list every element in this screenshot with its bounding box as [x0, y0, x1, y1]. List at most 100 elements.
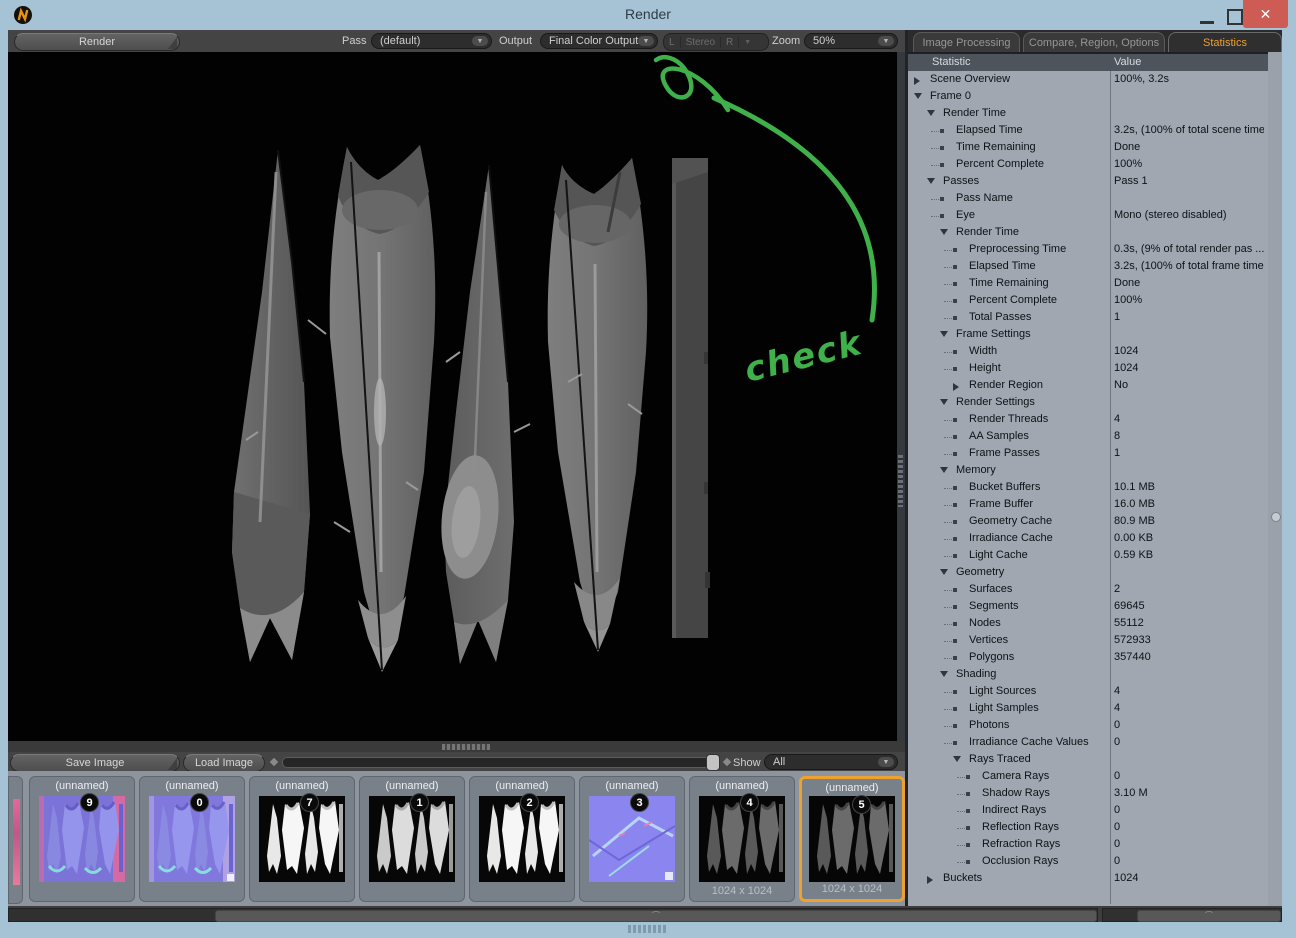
- stat-row[interactable]: Render Region No: [908, 377, 1268, 394]
- chevron-down-icon[interactable]: ▼: [638, 36, 654, 46]
- stat-row[interactable]: Render Time: [908, 224, 1268, 241]
- splitter-grip-icon[interactable]: [898, 455, 903, 507]
- stat-row[interactable]: Memory: [908, 462, 1268, 479]
- stat-row[interactable]: Geometry: [908, 564, 1268, 581]
- show-dropdown[interactable]: All ▼: [764, 754, 898, 770]
- stat-row[interactable]: Segments 69645: [908, 598, 1268, 615]
- thumbnail[interactable]: (unnamed) 0: [139, 776, 245, 902]
- collapse-icon[interactable]: [927, 178, 935, 184]
- stat-row[interactable]: Occlusion Rays 0: [908, 853, 1268, 870]
- stat-row[interactable]: Height 1024: [908, 360, 1268, 377]
- stat-row[interactable]: Light Samples 4: [908, 700, 1268, 717]
- splitter-grip-icon[interactable]: [442, 744, 490, 750]
- stat-row[interactable]: Frame Buffer 16.0 MB: [908, 496, 1268, 513]
- stat-row[interactable]: Elapsed Time 3.2s, (100% of total frame t…: [908, 258, 1268, 275]
- viewport-panel-splitter[interactable]: [897, 52, 905, 741]
- stat-row[interactable]: Frame 0: [908, 88, 1268, 105]
- scrollbar-thumb[interactable]: ⌒: [1137, 910, 1281, 922]
- stat-row[interactable]: Pass Name: [908, 190, 1268, 207]
- stat-row[interactable]: AA Samples 8: [908, 428, 1268, 445]
- history-slider-track[interactable]: [282, 757, 714, 768]
- thumbnail-selected[interactable]: (unnamed) 5 1024 x 1024: [799, 776, 905, 902]
- collapse-icon[interactable]: [953, 756, 961, 762]
- stat-row[interactable]: Render Settings: [908, 394, 1268, 411]
- thumbnail[interactable]: (unnamed) 7: [249, 776, 355, 902]
- stat-row[interactable]: Time Remaining Done: [908, 139, 1268, 156]
- pass-dropdown[interactable]: (default) ▼: [371, 33, 492, 49]
- thumbnail-scrollbar[interactable]: ⌒: [8, 908, 1098, 922]
- stat-row[interactable]: Reflection Rays 0: [908, 819, 1268, 836]
- stat-row[interactable]: Polygons 357440: [908, 649, 1268, 666]
- stat-row[interactable]: Photons 0: [908, 717, 1268, 734]
- collapse-icon[interactable]: [940, 569, 948, 575]
- stat-row[interactable]: Rays Traced: [908, 751, 1268, 768]
- stats-hscrollbar[interactable]: ⌒: [1102, 908, 1282, 922]
- stats-table-header[interactable]: Statistic Value: [908, 54, 1268, 71]
- collapse-icon[interactable]: [940, 331, 948, 337]
- stat-row[interactable]: Frame Passes 1: [908, 445, 1268, 462]
- stat-row[interactable]: Bucket Buffers 10.1 MB: [908, 479, 1268, 496]
- stat-row[interactable]: Scene Overview 100%, 3.2s: [908, 71, 1268, 88]
- stat-row[interactable]: Indirect Rays 0: [908, 802, 1268, 819]
- load-image-button[interactable]: Load Image: [183, 754, 265, 772]
- chevron-down-icon[interactable]: ▼: [739, 39, 756, 46]
- save-image-button[interactable]: Save Image: [10, 754, 180, 772]
- history-slider-thumb[interactable]: [706, 754, 720, 771]
- collapse-icon[interactable]: [940, 671, 948, 677]
- stat-row[interactable]: Buckets 1024: [908, 870, 1268, 887]
- stat-row[interactable]: Refraction Rays 0: [908, 836, 1268, 853]
- collapse-icon[interactable]: [940, 467, 948, 473]
- chevron-down-icon[interactable]: ▼: [878, 757, 894, 767]
- scrollbar-thumb[interactable]: ⌒: [215, 910, 1097, 922]
- stat-row[interactable]: Shading: [908, 666, 1268, 683]
- stat-row[interactable]: Width 1024: [908, 343, 1268, 360]
- scroll-dot[interactable]: [1271, 512, 1281, 522]
- stat-row[interactable]: Eye Mono (stereo disabled): [908, 207, 1268, 224]
- chevron-down-icon[interactable]: ▼: [472, 36, 488, 46]
- right-eye-button[interactable]: R: [721, 36, 740, 48]
- expand-icon[interactable]: [914, 77, 920, 85]
- collapse-icon[interactable]: [940, 399, 948, 405]
- stat-row[interactable]: Surfaces 2: [908, 581, 1268, 598]
- stat-row[interactable]: Geometry Cache 80.9 MB: [908, 513, 1268, 530]
- stat-row[interactable]: Total Passes 1: [908, 309, 1268, 326]
- stats-scrollbar[interactable]: [1268, 52, 1282, 906]
- collapse-icon[interactable]: [940, 229, 948, 235]
- column-statistic[interactable]: Statistic: [932, 56, 971, 68]
- stat-row[interactable]: Irradiance Cache Values 0: [908, 734, 1268, 751]
- stat-row[interactable]: Irradiance Cache 0.00 KB: [908, 530, 1268, 547]
- stat-row[interactable]: Percent Complete 100%: [908, 292, 1268, 309]
- thumbnail-partial[interactable]: [8, 776, 23, 904]
- stat-row[interactable]: Percent Complete 100%: [908, 156, 1268, 173]
- thumbnail[interactable]: (unnamed) 3: [579, 776, 685, 902]
- thumbnail[interactable]: (unnamed) 4 1024 x 1024: [689, 776, 795, 902]
- tab-compare-region-options[interactable]: Compare, Region, Options: [1023, 32, 1165, 52]
- stat-row[interactable]: Light Sources 4: [908, 683, 1268, 700]
- column-value[interactable]: Value: [1114, 56, 1141, 68]
- left-eye-button[interactable]: L: [664, 36, 681, 48]
- stat-row[interactable]: Light Cache 0.59 KB: [908, 547, 1268, 564]
- stat-row[interactable]: Passes Pass 1: [908, 173, 1268, 190]
- stat-row[interactable]: Nodes 55112: [908, 615, 1268, 632]
- collapse-icon[interactable]: [914, 93, 922, 99]
- render-viewport[interactable]: check: [8, 52, 897, 741]
- collapse-icon[interactable]: [927, 110, 935, 116]
- maximize-button[interactable]: [1227, 9, 1243, 25]
- tab-image-processing[interactable]: Image Processing: [913, 32, 1020, 52]
- stereo-eye-selector[interactable]: L Stereo R ▼: [663, 33, 769, 51]
- horizontal-splitter[interactable]: [8, 741, 905, 752]
- stereo-button[interactable]: Stereo: [681, 36, 722, 48]
- chevron-down-icon[interactable]: ▼: [878, 36, 894, 46]
- close-button[interactable]: ✕: [1243, 0, 1288, 28]
- stat-row[interactable]: Render Time: [908, 105, 1268, 122]
- stat-row[interactable]: Elapsed Time 3.2s, (100% of total scene t…: [908, 122, 1268, 139]
- stat-row[interactable]: Time Remaining Done: [908, 275, 1268, 292]
- thumbnail[interactable]: (unnamed) 1: [359, 776, 465, 902]
- zoom-dropdown[interactable]: 50% ▼: [804, 33, 898, 49]
- stat-row[interactable]: Render Threads 4: [908, 411, 1268, 428]
- title-bar[interactable]: Render ✕: [0, 0, 1296, 30]
- tab-statistics[interactable]: Statistics: [1168, 32, 1282, 52]
- expand-icon[interactable]: [927, 876, 933, 884]
- stat-row[interactable]: Vertices 572933: [908, 632, 1268, 649]
- stat-row[interactable]: Frame Settings: [908, 326, 1268, 343]
